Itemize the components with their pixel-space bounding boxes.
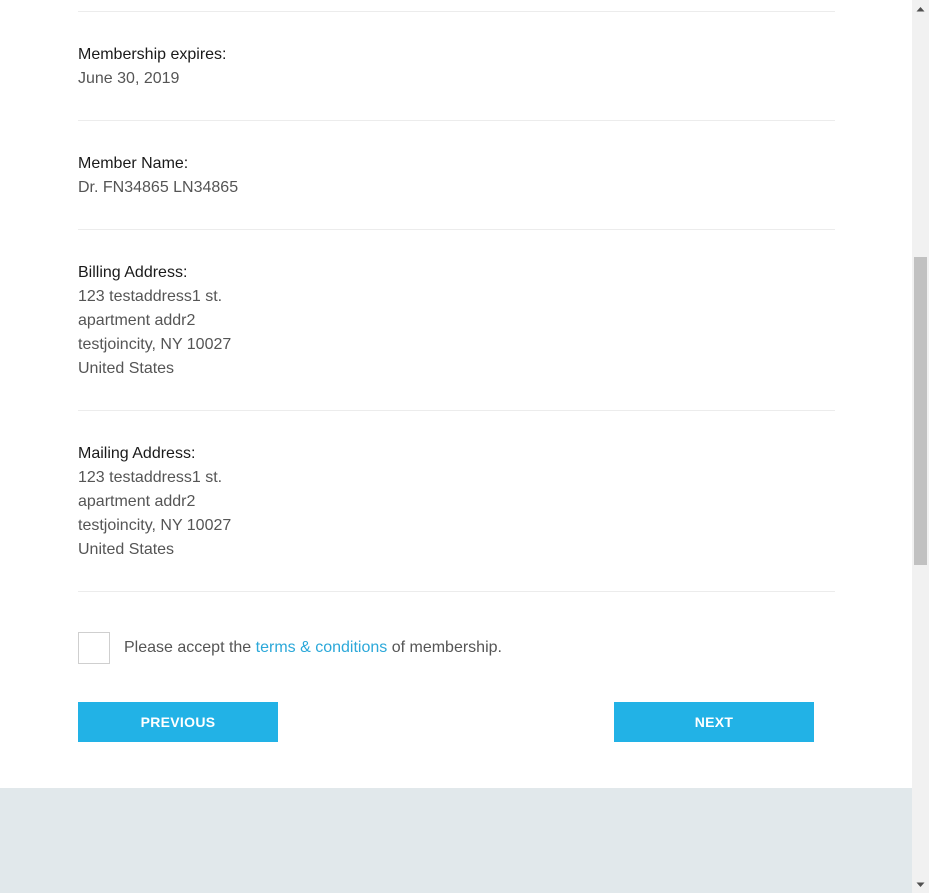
page: Membership expires: June 30, 2019 Member…	[0, 0, 912, 893]
divider	[78, 591, 835, 592]
footer	[0, 788, 912, 893]
scroll-up-icon[interactable]	[912, 0, 929, 17]
membership-expires-value: June 30, 2019	[78, 70, 180, 87]
divider	[78, 11, 835, 12]
member-name-label: Member Name:	[78, 155, 189, 172]
scroll-thumb[interactable]	[914, 257, 927, 565]
terms-row: Please accept the terms & conditions of …	[78, 631, 502, 665]
mailing-address-line: United States	[78, 541, 175, 558]
mailing-address-line: testjoincity, NY 10027	[78, 517, 232, 534]
billing-address-label: Billing Address:	[78, 264, 188, 281]
membership-expires-label: Membership expires:	[78, 46, 227, 63]
terms-checkbox[interactable]	[78, 632, 110, 664]
billing-address-line: apartment addr2	[78, 312, 196, 329]
mailing-address-line: apartment addr2	[78, 493, 196, 510]
member-name-section: Member Name: Dr. FN34865 LN34865	[78, 152, 835, 200]
divider	[78, 229, 835, 230]
mailing-address-label: Mailing Address:	[78, 445, 196, 462]
next-button[interactable]: NEXT	[614, 702, 814, 742]
divider	[78, 120, 835, 121]
mailing-address-section: Mailing Address: 123 testaddress1 st. ap…	[78, 442, 835, 562]
terms-suffix: of membership.	[387, 639, 502, 656]
membership-expires-section: Membership expires: June 30, 2019	[78, 43, 835, 91]
previous-button[interactable]: PREVIOUS	[78, 702, 278, 742]
mailing-address-line: 123 testaddress1 st.	[78, 469, 223, 486]
terms-conditions-link[interactable]: terms & conditions	[256, 639, 388, 656]
scroll-down-icon[interactable]	[912, 876, 929, 893]
billing-address-line: United States	[78, 360, 175, 377]
member-name-value: Dr. FN34865 LN34865	[78, 179, 239, 196]
divider	[78, 410, 835, 411]
billing-address-line: testjoincity, NY 10027	[78, 336, 232, 353]
vertical-scrollbar[interactable]	[912, 0, 929, 893]
terms-prefix: Please accept the	[124, 639, 256, 656]
terms-text: Please accept the terms & conditions of …	[124, 638, 502, 658]
billing-address-section: Billing Address: 123 testaddress1 st. ap…	[78, 261, 835, 381]
billing-address-line: 123 testaddress1 st.	[78, 288, 223, 305]
